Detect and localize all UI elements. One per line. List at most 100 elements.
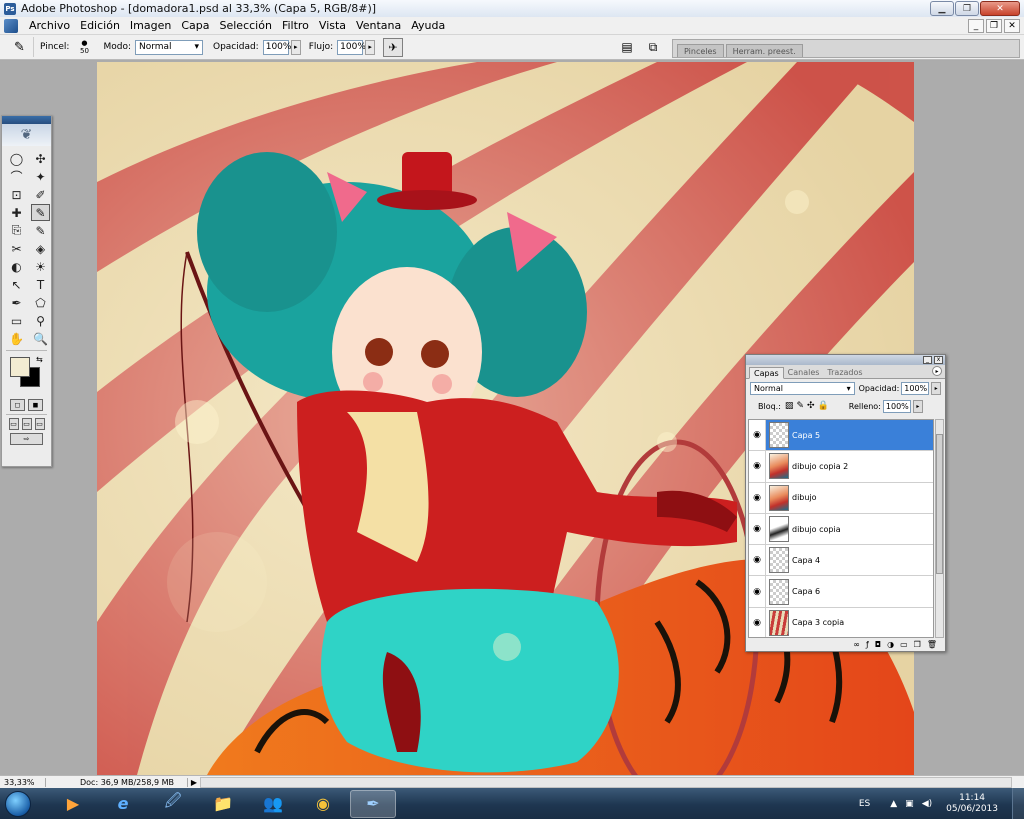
- menu-edicion[interactable]: Edición: [75, 19, 125, 32]
- blend-mode-select[interactable]: Normal ▾: [750, 381, 855, 395]
- network-icon[interactable]: ▣: [905, 799, 914, 809]
- dodge-tool-icon[interactable]: ☀: [31, 258, 50, 275]
- layer-opacity-input[interactable]: 100%: [901, 381, 930, 395]
- layer-style-icon[interactable]: ƒ: [866, 640, 869, 649]
- flow-slider-button[interactable]: ▸: [365, 39, 376, 55]
- eye-icon[interactable]: ◉: [749, 607, 766, 637]
- horizontal-scrollbar[interactable]: [200, 776, 1012, 788]
- hand-tool-icon[interactable]: ✋: [7, 330, 26, 347]
- link-layers-icon[interactable]: ∞: [853, 640, 860, 649]
- blur-tool-icon[interactable]: ◐: [7, 258, 26, 275]
- eye-icon[interactable]: ◉: [749, 482, 766, 513]
- flow-input[interactable]: 100%: [337, 39, 366, 55]
- fill-slider-button[interactable]: ▸: [912, 399, 923, 413]
- slice-tool-icon[interactable]: ✐: [31, 186, 50, 203]
- lock-transparency-icon[interactable]: ▨: [785, 401, 794, 411]
- mode-select[interactable]: Normal ▾: [134, 39, 203, 55]
- photoshop-feather-icon[interactable]: ❦: [2, 124, 51, 146]
- eye-icon[interactable]: ◉: [749, 420, 766, 451]
- layer-row-dibujo[interactable]: ◉ dibujo: [749, 482, 933, 514]
- taskbar-photoshop[interactable]: ✒: [350, 789, 396, 818]
- taskbar-messenger[interactable]: 👥: [250, 790, 296, 818]
- airbrush-toggle[interactable]: ✈: [383, 37, 404, 57]
- menu-seleccion[interactable]: Selección: [215, 19, 277, 32]
- eye-icon[interactable]: ◉: [749, 545, 766, 576]
- language-indicator[interactable]: ES: [859, 799, 870, 809]
- layer-list-scrollbar[interactable]: [935, 419, 944, 638]
- menu-ventana[interactable]: Ventana: [351, 19, 406, 32]
- panel-menu-button[interactable]: ▸: [932, 366, 942, 376]
- lasso-tool-icon[interactable]: ⌒: [7, 168, 26, 185]
- swap-colors-icon[interactable]: ⇆: [36, 355, 43, 364]
- trash-icon[interactable]: 🗑: [927, 640, 937, 649]
- paint-bucket-tool-icon[interactable]: ◈: [31, 240, 50, 257]
- layer-row-capa-5[interactable]: ◉ Capa 5: [749, 420, 933, 452]
- opacity-input[interactable]: 100%: [262, 39, 291, 55]
- crop-tool-icon[interactable]: ⊡: [7, 186, 26, 203]
- layer-row-dibujo-copia[interactable]: ◉ dibujo copia: [749, 513, 933, 546]
- screen-mode-full-button[interactable]: ▭: [34, 418, 45, 430]
- panel-close-button[interactable]: x: [934, 356, 943, 364]
- app-menu-icon[interactable]: [4, 18, 18, 33]
- eye-icon[interactable]: ◉: [749, 576, 766, 607]
- clock[interactable]: 11:14 05/06/2013: [946, 793, 998, 815]
- screen-mode-standard-button[interactable]: ▭: [8, 418, 19, 430]
- window-minimize-button[interactable]: ▁: [930, 1, 954, 16]
- tab-pinceles[interactable]: Pinceles: [677, 44, 724, 57]
- status-menu-arrow-icon[interactable]: ▶: [188, 778, 200, 787]
- menu-archivo[interactable]: Archivo: [24, 19, 75, 32]
- start-button[interactable]: [0, 788, 36, 819]
- eraser-tool-icon[interactable]: ✂: [7, 240, 26, 257]
- lock-all-icon[interactable]: 🔒: [818, 401, 829, 411]
- lock-move-icon[interactable]: ✣: [807, 401, 815, 411]
- window-restore-button[interactable]: ❐: [955, 1, 979, 16]
- taskbar-explorer[interactable]: 📁: [200, 790, 246, 818]
- healing-brush-tool-icon[interactable]: ✚: [7, 204, 26, 221]
- layer-row-capa-3-copia[interactable]: ◉ Capa 3 copia: [749, 607, 933, 637]
- layer-row-capa-4[interactable]: ◉ Capa 4: [749, 545, 933, 577]
- doc-minimize-button[interactable]: _: [968, 19, 984, 33]
- zoom-tool-icon[interactable]: 🔍: [31, 330, 50, 347]
- menu-filtro[interactable]: Filtro: [277, 19, 314, 32]
- tab-trazados[interactable]: Trazados: [823, 366, 866, 378]
- menu-ayuda[interactable]: Ayuda: [406, 19, 450, 32]
- taskbar-internet-explorer[interactable]: e: [100, 790, 146, 818]
- screen-mode-full-menu-button[interactable]: ▭: [21, 418, 32, 430]
- eye-icon[interactable]: ◉: [749, 451, 766, 482]
- layer-mask-icon[interactable]: ◘: [875, 640, 881, 649]
- new-layer-icon[interactable]: ❒: [914, 640, 921, 649]
- tool-preset-picker[interactable]: ✎: [6, 37, 34, 57]
- palette-toggle-icon[interactable]: ⧉: [644, 38, 662, 56]
- marquee-tool-icon[interactable]: ◯: [7, 150, 26, 167]
- tab-canales[interactable]: Canales: [784, 366, 824, 378]
- brush-picker[interactable]: ● 50: [73, 37, 95, 57]
- notes-tool-icon[interactable]: ▭: [7, 312, 26, 329]
- jump-to-imageready-button[interactable]: ⇨: [10, 433, 43, 445]
- brush-tool-icon[interactable]: ✎: [31, 204, 50, 221]
- scrollbar-thumb[interactable]: [936, 434, 943, 574]
- pen-tool-icon[interactable]: ✒: [7, 294, 26, 311]
- window-close-button[interactable]: ✕: [980, 1, 1020, 16]
- menu-imagen[interactable]: Imagen: [125, 19, 176, 32]
- eye-icon[interactable]: ◉: [749, 513, 766, 545]
- menu-capa[interactable]: Capa: [176, 19, 214, 32]
- clone-stamp-tool-icon[interactable]: ⎘: [7, 222, 26, 239]
- layer-row-capa-6[interactable]: ◉ Capa 6: [749, 576, 933, 608]
- adjustment-layer-icon[interactable]: ◑: [887, 640, 894, 649]
- doc-restore-button[interactable]: ❐: [986, 19, 1002, 33]
- taskbar-chrome[interactable]: ◉: [300, 790, 346, 818]
- toolbox-header[interactable]: [2, 116, 51, 124]
- tab-capas[interactable]: Capas: [749, 367, 784, 379]
- new-group-icon[interactable]: ▭: [900, 640, 908, 649]
- menu-vista[interactable]: Vista: [314, 19, 351, 32]
- fill-input[interactable]: 100%: [882, 399, 911, 413]
- doc-close-button[interactable]: ✕: [1004, 19, 1020, 33]
- taskbar-paint-app[interactable]: 🖉: [150, 790, 196, 818]
- magic-wand-tool-icon[interactable]: ✦: [31, 168, 50, 185]
- panel-minimize-button[interactable]: _: [923, 356, 932, 364]
- eyedropper-tool-icon[interactable]: ⚲: [31, 312, 50, 329]
- tray-arrow-icon[interactable]: ▲: [890, 799, 897, 809]
- foreground-color-swatch[interactable]: [10, 357, 30, 377]
- opacity-slider-button[interactable]: ▸: [290, 39, 301, 55]
- show-desktop-button[interactable]: [1012, 788, 1024, 819]
